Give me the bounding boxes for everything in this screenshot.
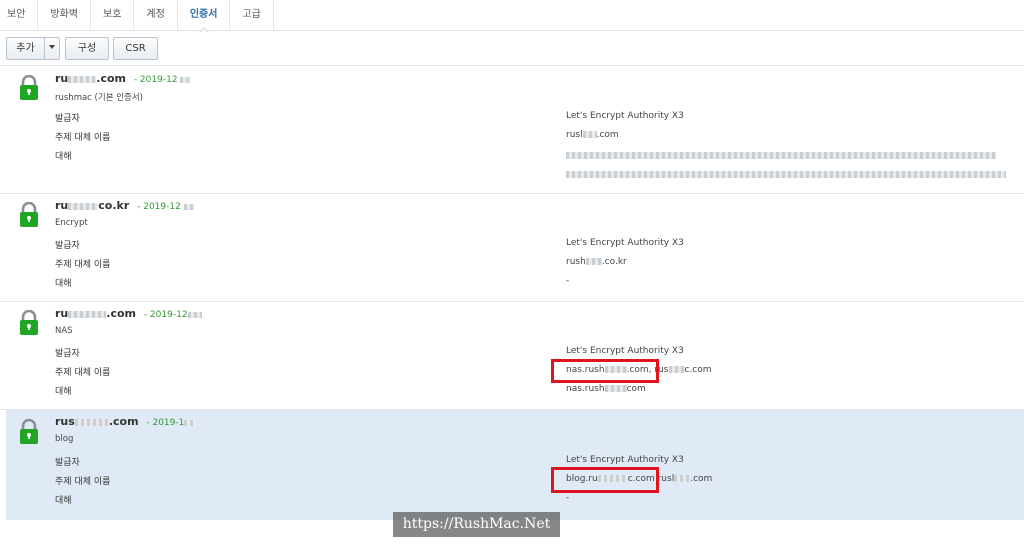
certificate-name: ru .com - 2019-12 bbox=[55, 72, 191, 85]
tab-advanced[interactable]: 고급 bbox=[230, 0, 274, 31]
for-value: - bbox=[566, 276, 570, 286]
certificate-description: rushmac (기본 인증서) bbox=[55, 93, 143, 103]
lock-icon bbox=[20, 310, 38, 335]
for-label: 대해 bbox=[55, 496, 72, 506]
certificate-item[interactable]: ru co.kr - 2019-12 Encrypt 발급자 Let's Encr… bbox=[0, 194, 1024, 302]
add-button[interactable]: 추가 bbox=[6, 37, 45, 60]
alt-name-label: 주제 대체 이름 bbox=[55, 133, 111, 143]
redacted-text bbox=[68, 310, 107, 318]
for-value: - bbox=[566, 493, 570, 503]
for-label: 대해 bbox=[55, 152, 72, 162]
tab-protection[interactable]: 보호 bbox=[91, 0, 135, 31]
issuer-value: Let's Encrypt Authority X3 bbox=[566, 111, 684, 121]
for-value-redacted bbox=[566, 151, 996, 161]
issuer-label: 발급자 bbox=[55, 241, 80, 251]
tab-firewall[interactable]: 방화벽 bbox=[38, 0, 92, 31]
redacted-text bbox=[68, 75, 97, 83]
for-label: 대해 bbox=[55, 387, 72, 397]
csr-button[interactable]: CSR bbox=[113, 37, 158, 60]
redacted-text bbox=[74, 418, 109, 426]
certificate-name: ru co.kr - 2019-12 bbox=[55, 199, 194, 212]
watermark: https://RushMac.Net bbox=[393, 512, 560, 537]
lock-icon bbox=[20, 75, 38, 100]
for-value: nas.rush com bbox=[566, 384, 646, 394]
certificate-date: - 2019-12 bbox=[137, 202, 194, 212]
tab-bar: 보안 방화벽 보호 계정 인증서 고급 bbox=[0, 0, 1024, 33]
highlight-box bbox=[551, 467, 659, 493]
tab-account[interactable]: 계정 bbox=[134, 0, 178, 31]
tab-certificate[interactable]: 인증서 bbox=[178, 0, 231, 33]
certificate-description: Encrypt bbox=[55, 218, 88, 228]
chevron-down-icon bbox=[49, 45, 55, 49]
certificate-description: NAS bbox=[55, 326, 73, 336]
alt-name-value: rusl .com bbox=[566, 130, 619, 140]
issuer-value: Let's Encrypt Authority X3 bbox=[566, 455, 684, 465]
lock-icon bbox=[20, 419, 38, 444]
alt-name-label: 주제 대체 이름 bbox=[55, 477, 111, 487]
alt-name-value: rush .co.kr bbox=[566, 257, 627, 267]
certificate-name: rus .com - 2019-1 bbox=[55, 415, 197, 428]
certificate-date: - 2019-1 bbox=[146, 418, 197, 428]
toolbar: 추가 구성 CSR bbox=[0, 31, 1024, 66]
lock-icon bbox=[20, 202, 38, 227]
alt-name-label: 주제 대체 이름 bbox=[55, 368, 111, 378]
issuer-label: 발급자 bbox=[55, 458, 80, 468]
issuer-value: Let's Encrypt Authority X3 bbox=[566, 238, 684, 248]
certificate-item-selected[interactable]: rus .com - 2019-1 blog 발급자 Let's Encrypt … bbox=[6, 410, 1024, 520]
issuer-label: 발급자 bbox=[55, 349, 80, 359]
certificate-description: blog bbox=[55, 434, 74, 444]
alt-name-label: 주제 대체 이름 bbox=[55, 260, 111, 270]
highlight-box bbox=[551, 359, 659, 383]
issuer-label: 발급자 bbox=[55, 114, 80, 124]
configure-button[interactable]: 구성 bbox=[65, 37, 109, 60]
certificate-name: ru .com - 2019-12 bbox=[55, 307, 202, 320]
for-label: 대해 bbox=[55, 279, 72, 289]
issuer-value: Let's Encrypt Authority X3 bbox=[566, 346, 684, 356]
certificate-date: - 2019-12 bbox=[144, 310, 202, 320]
for-value-redacted-2 bbox=[566, 170, 1006, 180]
add-dropdown-button[interactable] bbox=[44, 37, 60, 60]
certificate-item[interactable]: ru .com - 2019-12 rushmac (기본 인증서) 발급자 Le… bbox=[0, 67, 1024, 194]
tab-security[interactable]: 보안 bbox=[0, 0, 39, 31]
certificate-item[interactable]: ru .com - 2019-12 NAS 발급자 Let's Encrypt A… bbox=[0, 302, 1024, 410]
certificate-date: - 2019-12 bbox=[134, 75, 191, 85]
redacted-text bbox=[68, 202, 99, 210]
